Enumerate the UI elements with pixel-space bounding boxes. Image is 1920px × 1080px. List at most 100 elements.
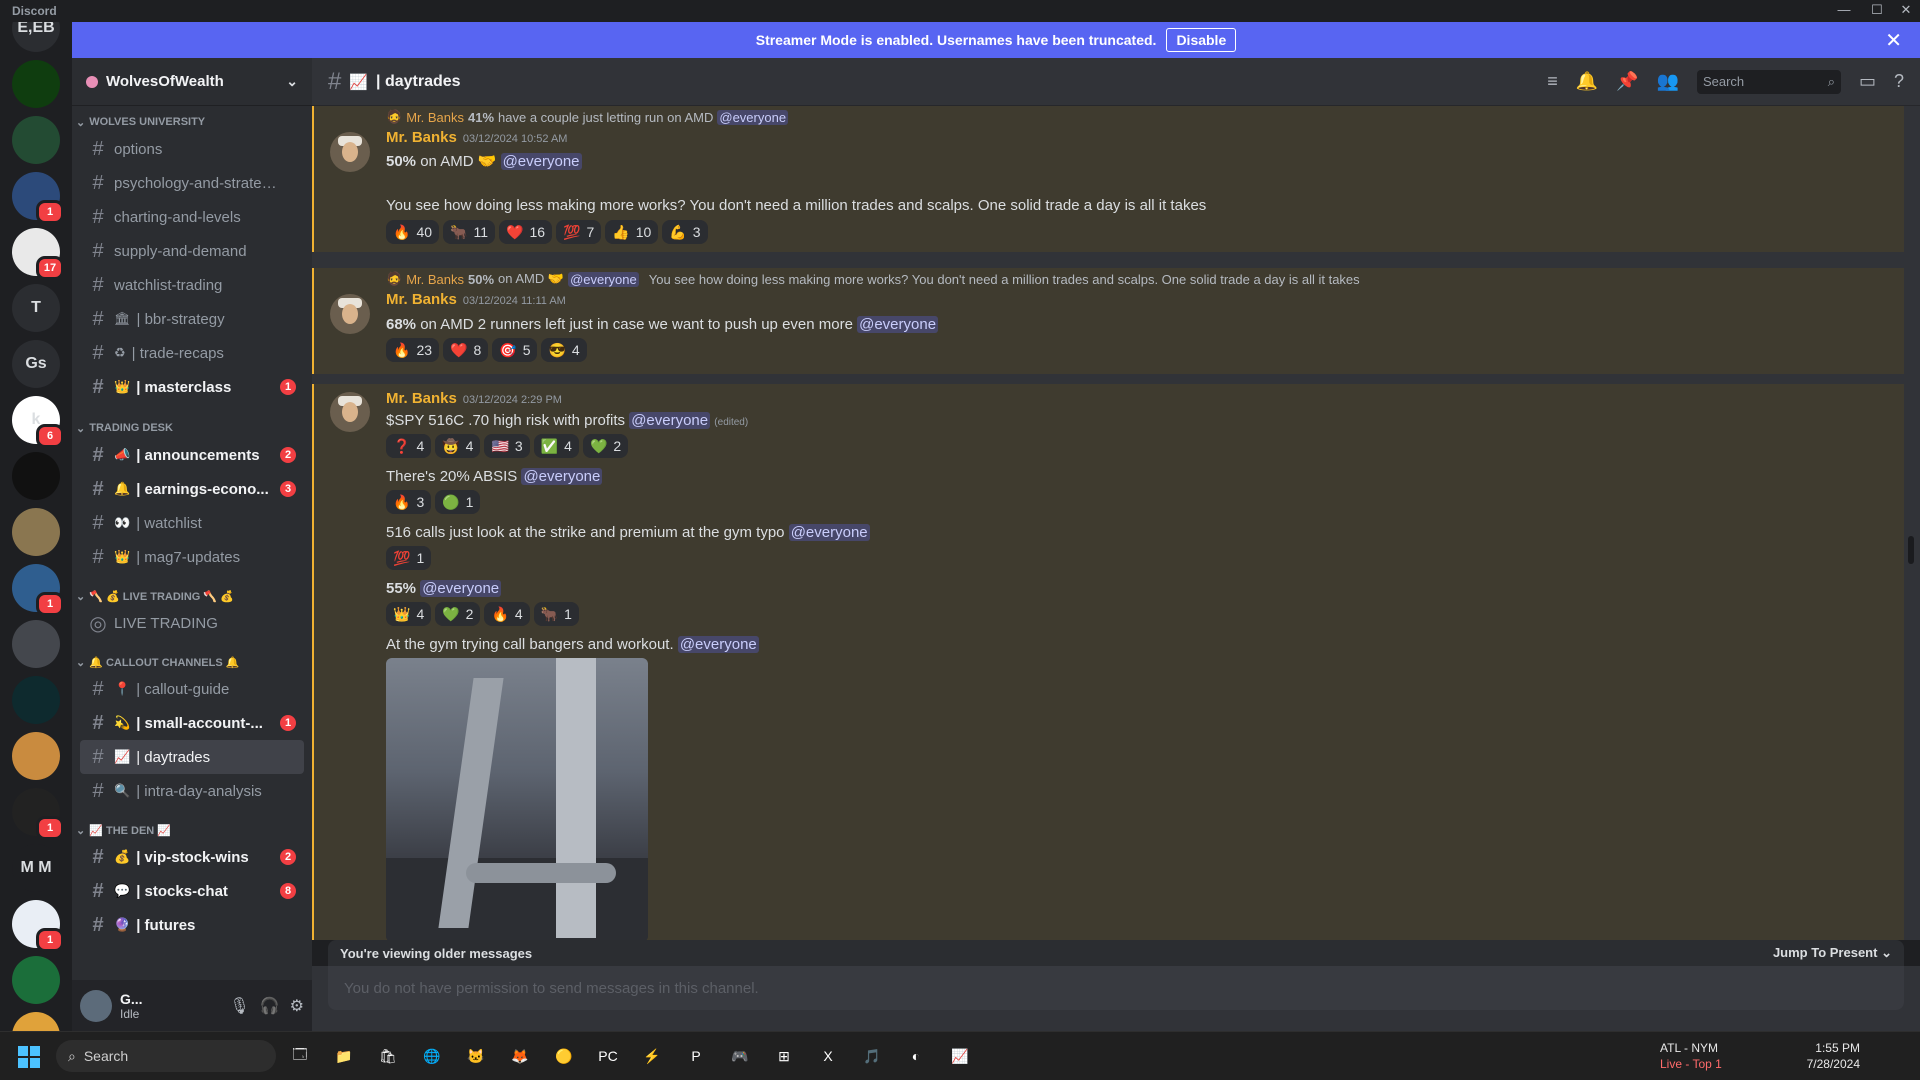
server-icon[interactable] bbox=[12, 956, 60, 1004]
server-icon[interactable] bbox=[12, 116, 60, 164]
channel-daytrades[interactable]: # 📈 | daytrades bbox=[80, 740, 304, 774]
gear-icon[interactable]: ⚙ bbox=[290, 996, 304, 1016]
members-icon[interactable]: 👥 bbox=[1657, 71, 1679, 92]
message[interactable]: Mr. Banks 03/12/2024 2:29 PM $SPY 516C .7… bbox=[312, 384, 1904, 940]
avatar[interactable] bbox=[330, 392, 370, 432]
reaction[interactable]: 💚 2 bbox=[435, 602, 481, 626]
channel-stocks-chat[interactable]: # 💬 | stocks-chat 8 bbox=[80, 874, 304, 908]
channel-psychology[interactable]: # psychology-and-strategi... bbox=[80, 166, 304, 200]
threads-icon[interactable]: ≡ bbox=[1547, 71, 1558, 92]
channel-callout-guide[interactable]: # 📍 | callout-guide bbox=[80, 672, 304, 706]
gym-photo-attachment[interactable] bbox=[386, 658, 648, 940]
reaction[interactable]: 💯 7 bbox=[556, 220, 602, 244]
taskbar-app-icon[interactable]: 🐱 bbox=[462, 1042, 490, 1070]
reaction[interactable]: 💚 2 bbox=[582, 434, 629, 458]
help-icon[interactable]: ? bbox=[1894, 71, 1904, 92]
channel-intra-day[interactable]: # 🔍 | intra-day-analysis bbox=[80, 774, 304, 808]
category-wolves-university[interactable]: ⌄ WOLVES UNIVERSITY bbox=[72, 112, 312, 132]
weather-widget[interactable]: ATL - NYM Live - Top 1 bbox=[1660, 1040, 1760, 1072]
minimize-button[interactable]: — bbox=[1830, 2, 1858, 17]
message-author[interactable]: Mr. Banks 03/12/2024 11:11 AM bbox=[386, 291, 566, 308]
server-icon[interactable]: Gs bbox=[12, 340, 60, 388]
category-the-den[interactable]: ⌄ 📈 THE DEN 📈 bbox=[72, 820, 312, 840]
pin-icon[interactable]: 📌 bbox=[1616, 71, 1638, 92]
reaction[interactable]: 🟢 1 bbox=[435, 490, 481, 514]
taskbar-app-icon[interactable]: P bbox=[682, 1042, 710, 1070]
channel-live-trading[interactable]: ◎ LIVE TRADING bbox=[80, 606, 304, 640]
reaction[interactable]: 🐂 1 bbox=[533, 602, 579, 626]
taskbar-app-icon[interactable]: ⚡ bbox=[638, 1042, 666, 1070]
reaction[interactable]: 😎 4 bbox=[541, 338, 587, 362]
message[interactable]: 🧔 Mr. Banks 50% on AMD 🤝 @everyone You s… bbox=[312, 268, 1904, 374]
inbox-icon[interactable]: ▭ bbox=[1859, 71, 1876, 92]
channel-vip-stock-wins[interactable]: # 💰 | vip-stock-wins 2 bbox=[80, 840, 304, 874]
server-icon[interactable] bbox=[12, 620, 60, 668]
reaction[interactable]: 🐂 11 bbox=[443, 220, 495, 244]
avatar[interactable] bbox=[80, 989, 112, 1022]
bell-icon[interactable]: 🔔 bbox=[1576, 71, 1598, 92]
headphones-icon[interactable]: 🎧 bbox=[260, 996, 280, 1016]
reaction[interactable]: 💯 1 bbox=[386, 546, 432, 570]
message-author[interactable]: Mr. Banks 03/12/2024 10:52 AM bbox=[386, 129, 567, 146]
server-icon[interactable]: M M bbox=[12, 844, 60, 892]
channel-mag7-updates[interactable]: # 👑 | mag7-updates bbox=[80, 540, 304, 574]
server-icon[interactable] bbox=[12, 508, 60, 556]
server-icon[interactable] bbox=[12, 452, 60, 500]
taskbar-app-icon[interactable]: 🎮 bbox=[726, 1042, 754, 1070]
mention[interactable]: @everyone bbox=[420, 580, 502, 597]
microphone-icon[interactable]: 🎙 bbox=[229, 996, 249, 1016]
jump-to-present-button[interactable]: Jump To Present ⌄ bbox=[1773, 945, 1892, 961]
message[interactable]: 🧔 Mr. Banks 41% have a couple just letti… bbox=[312, 106, 1904, 252]
reaction[interactable]: 👑 4 bbox=[386, 602, 432, 626]
taskbar-app-icon[interactable]: 🦊 bbox=[506, 1042, 534, 1070]
channel-futures[interactable]: # 🔮 | futures bbox=[80, 908, 304, 942]
channel-earnings[interactable]: # 🔔 | earnings-econo... 3 bbox=[80, 472, 304, 506]
server-header[interactable]: WolvesOfWealth ⌄ bbox=[72, 58, 312, 106]
server-icon[interactable]: 1 bbox=[12, 788, 64, 840]
server-icon[interactable]: 1 bbox=[12, 172, 64, 224]
reaction[interactable]: 🤠 4 bbox=[435, 434, 481, 458]
server-icon[interactable]: E,EB bbox=[12, 22, 60, 52]
reaction[interactable]: 🔥 3 bbox=[386, 490, 432, 514]
mention[interactable]: @everyone bbox=[788, 524, 870, 541]
mention[interactable]: @everyone bbox=[521, 468, 603, 485]
reaction[interactable]: 👍 10 bbox=[605, 220, 659, 244]
category-callout-channels[interactable]: ⌄ 🔔 CALLOUT CHANNELS 🔔 bbox=[72, 652, 312, 672]
taskbar-app-icon[interactable]: 📁 bbox=[330, 1042, 358, 1070]
server-icon[interactable]: 1 bbox=[12, 564, 64, 616]
server-icon[interactable] bbox=[12, 1012, 60, 1031]
channel-watchlist-trading[interactable]: # watchlist-trading bbox=[80, 268, 304, 302]
search-input[interactable]: Search ⌕ bbox=[1696, 69, 1841, 94]
reaction[interactable]: ❓ 4 bbox=[386, 434, 432, 458]
taskbar-app-icon[interactable]: 📈 bbox=[946, 1042, 974, 1070]
reaction[interactable]: 🔥 4 bbox=[484, 602, 530, 626]
taskbar-search[interactable]: ⌕ Search bbox=[56, 1040, 276, 1072]
reaction[interactable]: 🔥 40 bbox=[386, 220, 440, 244]
reply-reference[interactable]: 🧔 Mr. Banks 41% have a couple just letti… bbox=[386, 109, 789, 125]
channel-small-account[interactable]: # 💫 | small-account-... 1 bbox=[80, 706, 304, 740]
scrollbar-thumb[interactable] bbox=[1908, 536, 1914, 564]
avatar[interactable] bbox=[330, 294, 370, 334]
channel-trade-recaps[interactable]: # ♻ | trade-recaps bbox=[80, 336, 304, 370]
reaction[interactable]: ❤️ 8 bbox=[443, 338, 489, 362]
maximize-button[interactable]: ☐ bbox=[1863, 2, 1891, 18]
message-author[interactable]: Mr. Banks 03/12/2024 2:29 PM bbox=[386, 390, 562, 407]
taskbar-app-icon[interactable]: ⊞ bbox=[770, 1042, 798, 1070]
server-icon[interactable] bbox=[12, 60, 60, 108]
disable-streamer-button[interactable]: Disable bbox=[1166, 28, 1237, 52]
mention[interactable]: @everyone bbox=[500, 153, 582, 170]
server-icon[interactable] bbox=[12, 732, 60, 780]
taskbar-app-icon[interactable]: PC bbox=[594, 1042, 622, 1070]
avatar[interactable] bbox=[330, 132, 370, 172]
channel-announcements[interactable]: # 📣 | announcements 2 bbox=[80, 438, 304, 472]
reaction[interactable]: ❤️ 16 bbox=[499, 220, 553, 244]
reaction[interactable]: 💪 3 bbox=[662, 220, 708, 244]
taskbar-app-icon[interactable]: 🗔 bbox=[286, 1042, 314, 1070]
taskbar-app-icon[interactable]: ◐ bbox=[902, 1042, 930, 1070]
server-icon[interactable] bbox=[12, 676, 60, 724]
category-live-trading[interactable]: ⌄ 🪓 💰 LIVE TRADING 🪓 💰 bbox=[72, 586, 312, 606]
server-icon[interactable]: 17 bbox=[12, 228, 64, 280]
mention[interactable]: @everyone bbox=[857, 316, 939, 333]
channel-watchlist[interactable]: # 👀 | watchlist bbox=[80, 506, 304, 540]
server-icon[interactable]: k6 bbox=[12, 396, 64, 448]
